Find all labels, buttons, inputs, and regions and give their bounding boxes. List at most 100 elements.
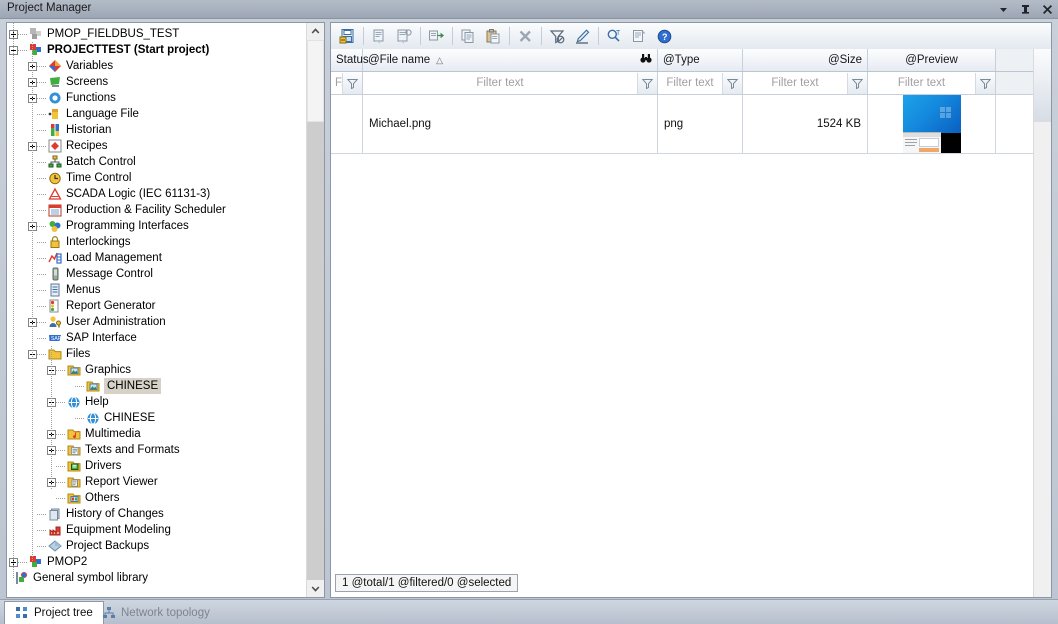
tree-item-production-facility-scheduler[interactable]: Production & Facility Scheduler (7, 202, 308, 218)
filter-funnel-icon[interactable] (975, 72, 995, 94)
clear-filter-icon (549, 29, 565, 44)
filter-funnel-icon[interactable] (637, 72, 657, 94)
tree-item-screens[interactable]: Screens (7, 74, 308, 90)
tree-item-equipment-modeling[interactable]: Equipment Modeling (7, 522, 308, 538)
tab-network-topology[interactable]: Network topology (92, 601, 220, 624)
tab-project-tree[interactable]: Project tree (4, 601, 104, 624)
clear-filter-button[interactable] (545, 24, 570, 48)
tree-item-drivers[interactable]: Drivers (7, 458, 308, 474)
filter-funnel-icon[interactable] (847, 72, 867, 94)
tree-item-recipes[interactable]: Recipes (7, 138, 308, 154)
delete-button[interactable] (513, 24, 538, 48)
tree-item-time-control[interactable]: Time Control (7, 170, 308, 186)
close-icon[interactable] (1041, 2, 1054, 16)
scroll-up-arrow-icon[interactable] (307, 23, 324, 40)
tree-item-user-administration[interactable]: User Administration (7, 314, 308, 330)
paste-button[interactable] (481, 24, 506, 48)
chevron-down-icon[interactable] (997, 2, 1010, 16)
preview-thumbnail[interactable] (902, 95, 961, 153)
tree-item-general-symbol-library[interactable]: General symbol library (7, 570, 308, 586)
filter-cell-type[interactable]: Filter text (658, 72, 743, 94)
edit-button[interactable] (570, 24, 595, 48)
filter-cell-file_name[interactable]: Filter text (363, 72, 658, 94)
tree-item-chinese[interactable]: CHINESE (7, 378, 308, 394)
table-row[interactable]: Michael.png png 1524 KB (331, 95, 1051, 154)
pin-icon[interactable] (1019, 2, 1032, 16)
tree-item-variables[interactable]: Variables (7, 58, 308, 74)
filter-input-file_name[interactable]: Filter text (363, 77, 637, 89)
filter-input-status[interactable]: F... (331, 77, 342, 89)
rename-button[interactable] (424, 24, 449, 48)
tree-scroll-track[interactable] (307, 40, 324, 580)
filter-funnel-icon[interactable] (722, 72, 742, 94)
historian-icon (48, 123, 62, 137)
binoculars-icon[interactable] (640, 53, 652, 67)
properties-button[interactable] (627, 24, 652, 48)
tree-item-multimedia[interactable]: Multimedia (7, 426, 308, 442)
tree-item-graphics[interactable]: Graphics (7, 362, 308, 378)
help-button[interactable]: ? (652, 24, 677, 48)
tree-connector (37, 242, 46, 243)
tree-item-scada-logic-iec-61131-3[interactable]: SCADA Logic (IEC 61131-3) (7, 186, 308, 202)
filter-cell-status[interactable]: F... (331, 72, 363, 94)
tree-item-language-file[interactable]: Language File (7, 106, 308, 122)
tree-item-projecttest-start-project[interactable]: PROJECTTEST (Start project) (7, 42, 308, 58)
tree-item-label: User Administration (66, 316, 166, 328)
copy-button[interactable] (456, 24, 481, 48)
column-header-file_name[interactable]: @File name △ (363, 49, 658, 71)
tree-item-files[interactable]: Files (7, 346, 308, 362)
cell-preview (868, 95, 996, 153)
tree-item-menus[interactable]: Menus (7, 282, 308, 298)
column-header-preview[interactable]: @Preview (868, 49, 996, 71)
tree-item-message-control[interactable]: Message Control (7, 266, 308, 282)
column-header-label: @Preview (905, 54, 958, 66)
filter-cell-size[interactable]: Filter text (743, 72, 868, 94)
tree-item-history-of-changes[interactable]: History of Changes (7, 506, 308, 522)
tree-scroll-thumb[interactable] (307, 40, 324, 122)
report-viewer-folder-icon (67, 475, 81, 489)
column-header-size[interactable]: @Size (743, 49, 868, 71)
project-tree-scroll-area: PMOP_FIELDBUS_TEST PROJECTTEST (Start pro… (7, 23, 308, 597)
new-file-button[interactable] (367, 24, 392, 48)
save-button[interactable] (335, 24, 360, 48)
tree-item-texts-and-formats[interactable]: Texts and Formats (7, 442, 308, 458)
message-control-icon (48, 267, 62, 281)
content-vertical-scrollbar[interactable] (1033, 49, 1051, 597)
tree-item-batch-control[interactable]: Batch Control (7, 154, 308, 170)
filter-funnel-icon[interactable] (342, 72, 362, 94)
tree-item-historian[interactable]: Historian (7, 122, 308, 138)
tree-item-report-viewer[interactable]: Report Viewer (7, 474, 308, 490)
tree-guide-line (13, 23, 14, 579)
tree-item-programming-interfaces[interactable]: Programming Interfaces (7, 218, 308, 234)
tree-item-project-backups[interactable]: Project Backups (7, 538, 308, 554)
tree-item-load-management[interactable]: Load Management (7, 250, 308, 266)
tree-item-sap-interface[interactable]: SAP SAP Interface (7, 330, 308, 346)
interlockings-icon (48, 235, 62, 249)
scroll-down-arrow-icon[interactable] (307, 580, 324, 597)
tree-item-pmop-fieldbus-test[interactable]: PMOP_FIELDBUS_TEST (7, 26, 308, 42)
tree-item-functions[interactable]: Functions (7, 90, 308, 106)
texts-folder-icon (67, 443, 81, 457)
tree-item-report-generator[interactable]: Report Generator (7, 298, 308, 314)
screens-icon (48, 75, 62, 89)
grid-body[interactable]: Michael.png png 1524 KB (331, 95, 1051, 154)
new-file-options-button[interactable] (392, 24, 417, 48)
tree-item-pmop2[interactable]: PMOP2 (7, 554, 308, 570)
filter-input-size[interactable]: Filter text (743, 77, 847, 89)
sap-interface-icon: SAP (48, 331, 62, 345)
filter-input-type[interactable]: Filter text (658, 77, 722, 89)
tree-item-others[interactable]: Others (7, 490, 308, 506)
filter-input-preview[interactable]: Filter text (868, 77, 975, 89)
tree-vertical-scrollbar[interactable] (306, 23, 324, 597)
find-text-button[interactable]: T (602, 24, 627, 48)
thumbnail-window (902, 132, 941, 153)
filter-cell-preview[interactable]: Filter text (868, 72, 996, 94)
column-header-type[interactable]: @Type (658, 49, 743, 71)
grid-filter-row[interactable]: F... Filter text Filter text Filter text Fil… (331, 72, 1051, 95)
column-header-status[interactable]: Status (331, 49, 369, 71)
tree-item-interlockings[interactable]: Interlockings (7, 234, 308, 250)
project-tree[interactable]: PMOP_FIELDBUS_TEST PROJECTTEST (Start pro… (7, 23, 308, 586)
tree-item-help[interactable]: Help (7, 394, 308, 410)
cell-status (331, 95, 363, 153)
tree-item-chinese[interactable]: CHINESE (7, 410, 308, 426)
